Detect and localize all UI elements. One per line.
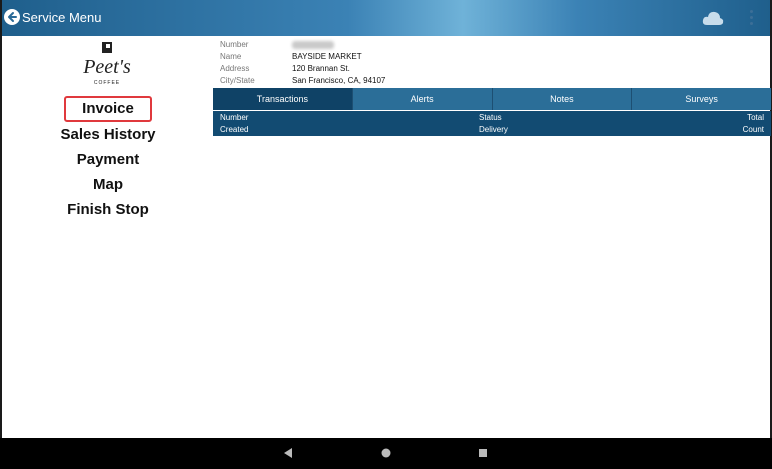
- side-menu: Invoice Sales History Payment Map Finish…: [42, 96, 174, 222]
- nav-map[interactable]: Map: [42, 172, 174, 197]
- peets-coffee-logo: Peet's COFFEE: [77, 40, 137, 90]
- transactions-table-header: Number Status Total Created Delivery Cou…: [213, 111, 771, 136]
- logo-subtext: COFFEE: [94, 80, 120, 86]
- nav-payment[interactable]: Payment: [42, 147, 174, 172]
- arrow-left-icon: [8, 12, 17, 22]
- name-value: BAYSIDE MARKET: [292, 52, 362, 61]
- android-nav-bar: [0, 438, 772, 469]
- name-label: Name: [220, 52, 242, 61]
- cloud-icon[interactable]: [702, 10, 724, 26]
- tab-surveys[interactable]: Surveys: [632, 88, 771, 110]
- nav-sales-history[interactable]: Sales History: [42, 122, 174, 147]
- more-vertical-icon[interactable]: [748, 9, 754, 27]
- col-status: Status: [479, 113, 502, 122]
- number-value: [292, 39, 334, 51]
- tab-notes[interactable]: Notes: [492, 88, 633, 110]
- nav-invoice[interactable]: Invoice: [64, 96, 152, 122]
- back-triangle-icon[interactable]: [283, 448, 293, 458]
- recents-square-icon[interactable]: [478, 448, 488, 458]
- col-created: Created: [220, 125, 249, 134]
- address-label: Address: [220, 64, 250, 73]
- app-window: Service Menu Peet's COFFEE Invoice Sales…: [0, 0, 772, 438]
- tab-transactions[interactable]: Transactions: [213, 88, 353, 110]
- col-delivery: Delivery: [479, 125, 508, 134]
- tab-bar: Transactions Alerts Notes Surveys: [213, 88, 771, 110]
- address-value: 120 Brannan St.: [292, 64, 350, 73]
- col-number: Number: [220, 113, 249, 122]
- home-circle-icon[interactable]: [381, 448, 391, 458]
- tab-alerts[interactable]: Alerts: [352, 88, 493, 110]
- city-state-value: San Francisco, CA, 94107: [292, 76, 386, 85]
- nav-finish-stop[interactable]: Finish Stop: [42, 197, 174, 222]
- app-bar: Service Menu: [2, 0, 770, 36]
- number-label: Number: [220, 40, 249, 49]
- city-state-label: City/State: [220, 76, 255, 85]
- back-button[interactable]: [4, 9, 20, 25]
- col-count: Count: [742, 125, 764, 134]
- col-total: Total: [747, 113, 764, 122]
- logo-text: Peet's: [82, 56, 131, 78]
- app-title: Service Menu: [22, 10, 102, 25]
